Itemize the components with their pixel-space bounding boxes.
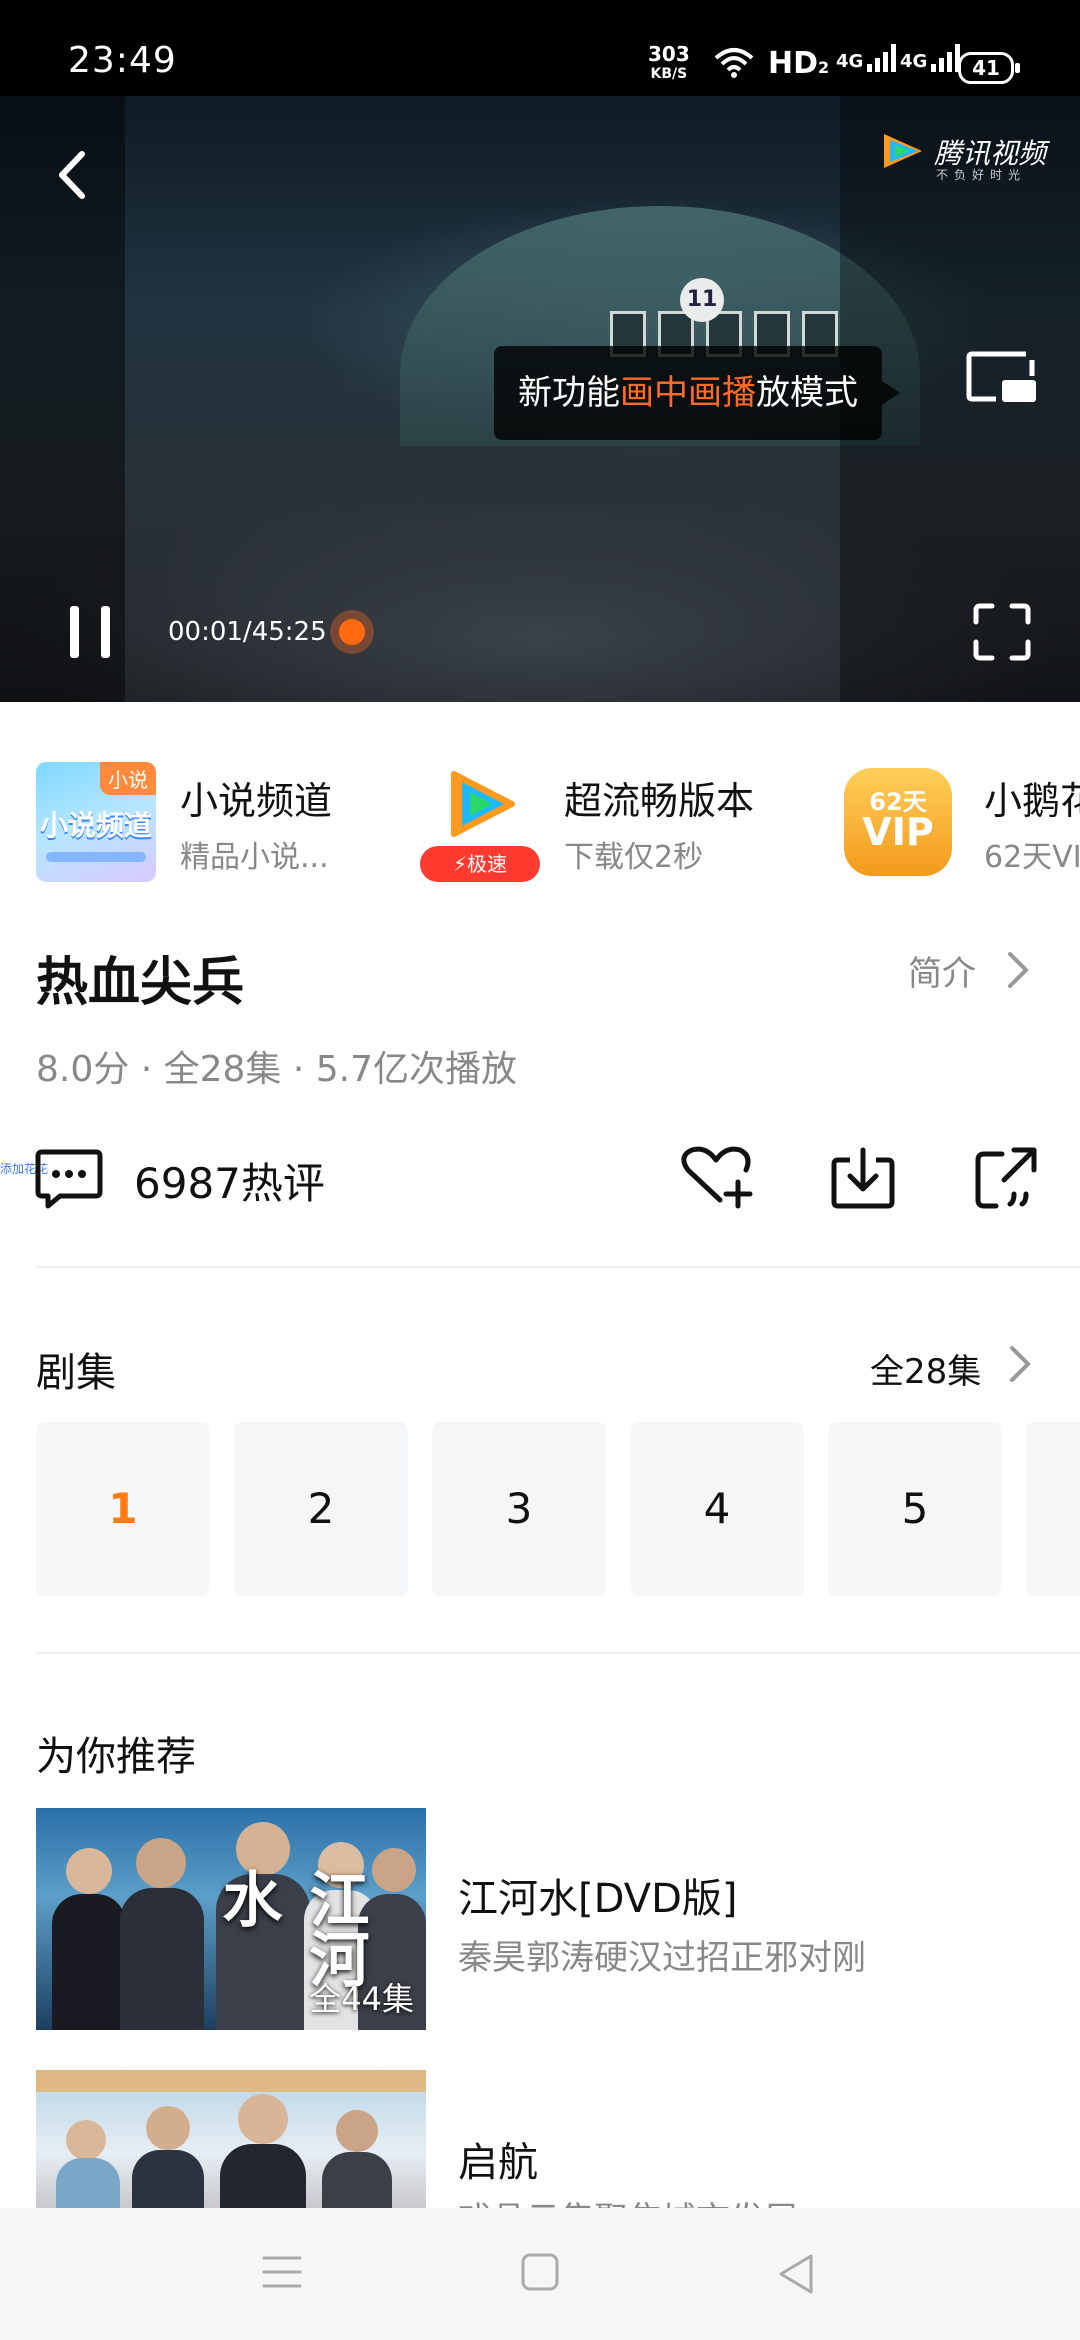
recommend-subtitle-2: 戏骨云集聚焦城市发展 <box>458 2192 798 2208</box>
pause-icon[interactable] <box>66 604 114 660</box>
favorite-add-icon[interactable] <box>680 1144 754 1210</box>
intro-link[interactable]: 简介 <box>908 946 1029 995</box>
pip-tooltip: 新功能画中画播放模式 <box>494 346 900 440</box>
intro-label: 简介 <box>908 954 976 994</box>
hot-comments-count[interactable]: 6987热评 <box>134 1150 325 1211</box>
status-bar: 23:49 303 KB/S HD2 4G 4G 41 <box>0 0 1080 96</box>
all-episodes-label: 全28集 <box>870 1352 982 1392</box>
signal-bars-icon <box>867 44 897 72</box>
network-rate-value: 303 <box>648 42 690 66</box>
divider <box>36 1652 1080 1654</box>
vip-badge-icon: 62天 VIP <box>844 768 952 876</box>
episode-5[interactable]: 5 <box>828 1422 1002 1596</box>
promo-subtitle: 下载仅2秒 <box>564 840 704 875</box>
show-title: 热血尖兵 <box>36 953 245 1013</box>
status-time: 23:49 <box>68 40 177 81</box>
chevron-right-icon <box>1010 1346 1031 1382</box>
poster-figure <box>52 1894 126 2030</box>
tooltip-text-2: 放模式 <box>756 373 858 413</box>
back-triangle-icon[interactable] <box>776 2252 816 2296</box>
tooltip-highlight: 画中画播 <box>620 373 756 413</box>
signal-1-label: 4G <box>836 51 864 72</box>
recommend-subtitle-1: 秦昊郭涛硬汉过招正邪对刚 <box>458 1938 866 1978</box>
episodes-title: 剧集 <box>36 1350 116 1396</box>
menu-icon[interactable] <box>262 2254 302 2290</box>
promo-subtitle: 62天VI <box>984 840 1080 875</box>
chevron-right-icon <box>1008 952 1029 988</box>
poster-figure <box>132 2150 204 2208</box>
novel-thumb-decoration <box>46 852 146 862</box>
network-rate-unit: KB/S <box>650 66 688 82</box>
poster-figure <box>322 2152 392 2208</box>
signal-2: 4G <box>900 44 961 72</box>
all-episodes-link[interactable]: 全28集 <box>870 1344 1031 1393</box>
divider <box>36 1266 1080 1268</box>
system-nav-bar <box>0 2208 1080 2340</box>
home-icon[interactable] <box>520 2252 560 2292</box>
battery-icon: 41 <box>958 52 1020 84</box>
promo-title: 超流畅版本 <box>564 779 755 823</box>
poster-figure <box>56 2158 120 2208</box>
novel-thumb-text: 小说频道 <box>40 809 153 842</box>
recommend-title-1[interactable]: 江河水[DVD版] <box>458 1866 737 1924</box>
video-frame-number: 11 <box>680 278 724 322</box>
episode-3[interactable]: 3 <box>432 1422 606 1596</box>
poster-figure <box>220 2144 306 2208</box>
poster-face <box>146 2106 190 2150</box>
comment-icon[interactable] <box>34 1148 104 1210</box>
episode-count-badge: 全44集 <box>309 1980 414 2018</box>
show-meta: 8.0分 · 全28集 · 5.7亿次播放 <box>36 1049 517 1090</box>
poster-banner <box>36 2070 426 2092</box>
signal-bars-icon <box>931 44 961 72</box>
episode-1[interactable]: 1 <box>36 1422 210 1596</box>
tooltip-text-1: 新功能 <box>518 373 620 413</box>
poster-figure <box>120 1888 204 2030</box>
recommend-title-2[interactable]: 启航 <box>458 2130 538 2188</box>
poster-face <box>238 2094 288 2144</box>
episode-2[interactable]: 2 <box>234 1422 408 1596</box>
signal-2-label: 4G <box>900 51 928 72</box>
novel-channel-thumb: 小说 小说频道 <box>36 762 156 882</box>
poster-face <box>136 1838 186 1888</box>
back-arrow-icon[interactable] <box>52 148 92 202</box>
download-icon[interactable] <box>830 1146 896 1210</box>
recommend-poster-1[interactable]: 江河水 全44集 <box>36 1808 426 2030</box>
progress-scrubber[interactable] <box>330 610 374 654</box>
poster-face <box>66 1848 112 1894</box>
share-icon[interactable] <box>974 1144 1040 1210</box>
episode-4[interactable]: 4 <box>630 1422 804 1596</box>
poster-face <box>66 2120 106 2160</box>
recommend-title: 为你推荐 <box>36 1734 196 1780</box>
logo-subtext: 不负好时光 <box>936 168 1027 182</box>
episode-6-partial[interactable] <box>1026 1422 1080 1596</box>
tencent-video-app-icon <box>451 771 515 837</box>
fast-badge: ⚡极速 <box>420 846 540 882</box>
network-rate: 303 KB/S <box>648 44 690 84</box>
promo-title: 小鹅花 <box>984 779 1080 823</box>
novel-badge: 小说 <box>100 762 156 795</box>
promo-title: 小说频道 <box>180 779 333 823</box>
signal-1: 4G <box>836 44 897 72</box>
playback-time: 00:01/45:25 <box>168 617 327 647</box>
picture-in-picture-icon[interactable] <box>966 350 1038 406</box>
vip-label: VIP <box>862 810 934 854</box>
tencent-video-logo-icon <box>884 134 922 168</box>
recommend-poster-2[interactable] <box>36 2070 426 2208</box>
poster-face <box>336 2110 378 2152</box>
promo-subtitle: 精品小说... <box>180 840 329 875</box>
fullscreen-icon[interactable] <box>972 602 1032 662</box>
wifi-icon <box>714 48 754 78</box>
poster-face <box>372 1848 416 1892</box>
hd-indicator: HD2 <box>768 46 830 81</box>
